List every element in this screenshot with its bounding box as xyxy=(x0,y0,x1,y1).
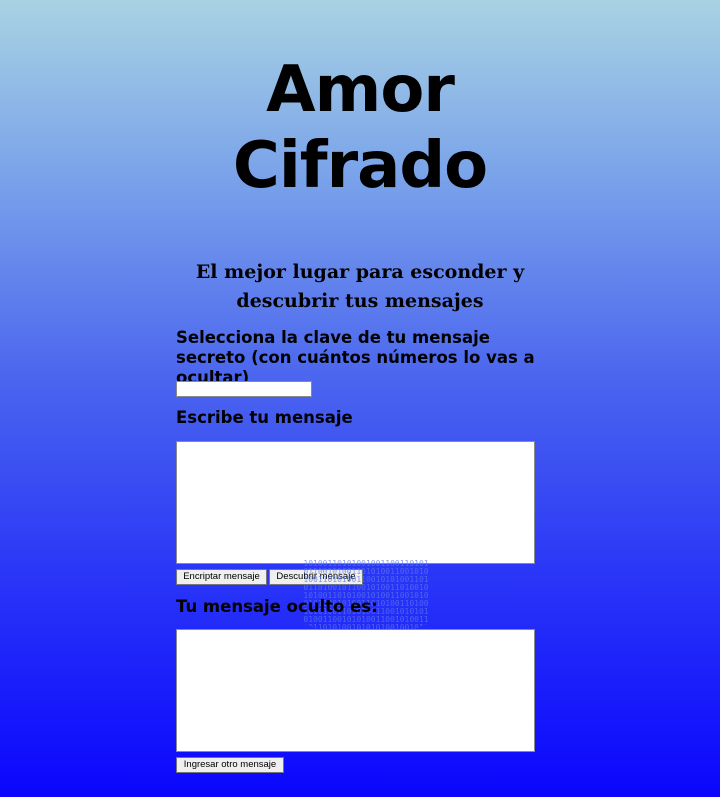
app-title: Amor Cifrado xyxy=(0,52,720,204)
binary-heart-icon: 10100110101001001100110101 0110010100110… xyxy=(303,560,429,632)
message-textarea[interactable] xyxy=(176,441,535,564)
output-label: Tu mensaje oculto es: xyxy=(176,597,378,616)
message-label: Escribe tu mensaje xyxy=(176,408,353,427)
reset-button[interactable]: Ingresar otro mensaje xyxy=(176,757,284,773)
page: Amor Cifrado El mejor lugar para esconde… xyxy=(0,0,720,797)
key-label: Selecciona la clave de tu mensaje secret… xyxy=(176,328,535,387)
title-line-2: Cifrado xyxy=(232,129,488,203)
output-textarea[interactable] xyxy=(176,629,535,752)
subtitle: El mejor lugar para esconder y descubrir… xyxy=(195,261,525,312)
encrypt-button[interactable]: Encriptar mensaje xyxy=(176,569,267,585)
key-input[interactable] xyxy=(176,381,312,397)
title-line-1: Amor xyxy=(266,53,455,127)
